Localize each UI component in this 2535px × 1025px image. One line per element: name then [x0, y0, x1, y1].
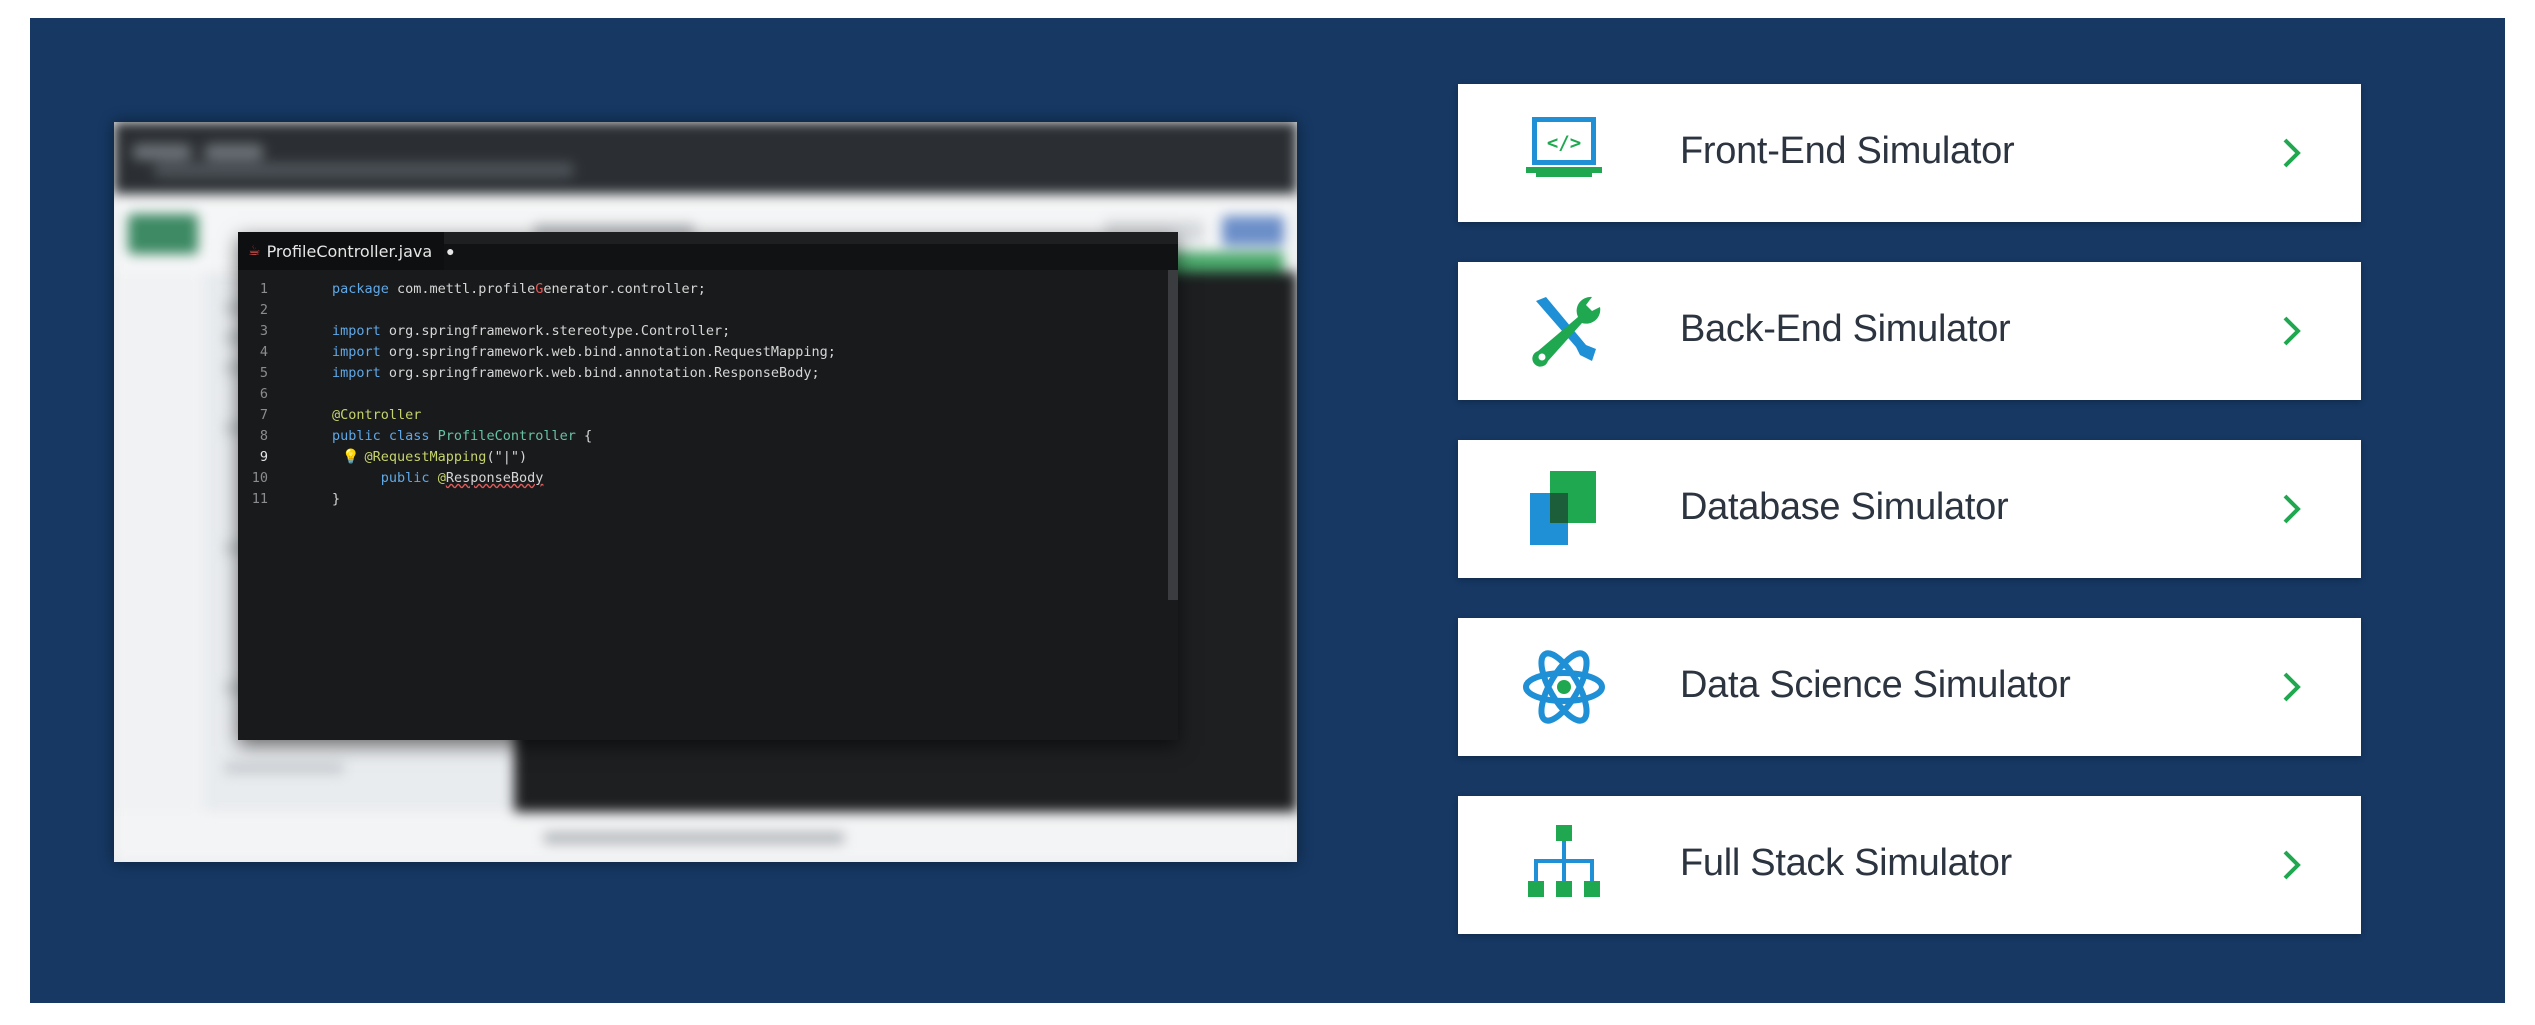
laptop-code-icon: </> — [1526, 117, 1602, 177]
chevron-right-icon — [2283, 138, 2301, 168]
code-line[interactable]: 4 import org.springframework.web.bind.ann… — [238, 341, 836, 363]
card-data-science-simulator[interactable]: Data Science Simulator — [1458, 618, 2361, 756]
line-number: 8 — [259, 428, 268, 444]
card-label: Front-End Simulator — [1680, 130, 2015, 172]
code-line[interactable]: 1 package com.mettl.profileGenerator.cont… — [238, 278, 706, 300]
line-number: 3 — [259, 323, 268, 339]
line-number: 10 — [251, 470, 268, 486]
card-label: Data Science Simulator — [1680, 664, 2071, 706]
hierarchy-icon — [1528, 825, 1600, 897]
card-label: Database Simulator — [1680, 486, 2009, 528]
unsaved-dot-icon: ● — [446, 243, 455, 259]
chevron-right-icon — [2283, 672, 2301, 702]
editor-tab[interactable]: ☕ ProfileController.java ● — [238, 232, 455, 270]
card-full-stack-simulator[interactable]: Full Stack Simulator — [1458, 796, 2361, 934]
line-number: 2 — [259, 302, 268, 318]
card-label: Back-End Simulator — [1680, 308, 2011, 350]
code-line[interactable]: 10 public @ResponseBody — [238, 467, 544, 489]
code-text: } — [332, 491, 341, 507]
java-file-icon: ☕ — [248, 243, 261, 259]
card-back-end-simulator[interactable]: Back-End Simulator — [1458, 262, 2361, 400]
chevron-right-icon — [2283, 494, 2301, 524]
line-number: 9 — [259, 449, 268, 465]
code-line[interactable]: 6 — [238, 383, 332, 405]
line-number: 7 — [259, 407, 268, 423]
hero-panel: ☕ ProfileController.java ● 1 package com.… — [30, 18, 2505, 1003]
code-text: package com.mettl.profileGenerator.contr… — [332, 281, 706, 297]
svg-text:</>: </> — [1547, 132, 1581, 154]
code-line[interactable]: 3 import org.springframework.stereotype.C… — [238, 320, 730, 342]
chevron-right-icon — [2283, 850, 2301, 880]
line-number: 1 — [259, 281, 268, 297]
lightbulb-icon[interactable]: 💡 — [342, 448, 359, 465]
code-editor-window: ☕ ProfileController.java ● 1 package com.… — [238, 232, 1178, 740]
database-squares-icon — [1530, 471, 1596, 545]
line-number: 4 — [259, 344, 268, 360]
code-line[interactable]: 2 — [238, 299, 332, 321]
line-number: 6 — [259, 386, 268, 402]
tools-icon — [1532, 296, 1601, 367]
code-line[interactable]: 8 public class ProfileController { — [238, 425, 592, 447]
code-line[interactable]: 11} — [238, 488, 340, 510]
editor-tab-name: ProfileController.java — [266, 241, 433, 261]
code-text: import org.springframework.web.bind.anno… — [332, 344, 836, 360]
code-line[interactable]: 9 @RequestMapping("|") — [238, 446, 527, 468]
code-text: public class ProfileController { — [332, 428, 593, 444]
code-line[interactable]: 7 @Controller — [238, 404, 422, 426]
code-text: import org.springframework.web.bind.anno… — [332, 365, 820, 381]
code-text: import org.springframework.stereotype.Co… — [332, 323, 731, 339]
code-line[interactable]: 5 import org.springframework.web.bind.ann… — [238, 362, 820, 384]
code-text: @Controller — [332, 407, 422, 423]
line-number: 11 — [251, 491, 268, 507]
card-front-end-simulator[interactable]: </> Front-End Simulator — [1458, 84, 2361, 222]
card-database-simulator[interactable]: Database Simulator — [1458, 440, 2361, 578]
code-text: public @ResponseBody — [380, 470, 544, 486]
ide-screenshot-preview: ☕ ProfileController.java ● 1 package com.… — [114, 122, 1297, 862]
code-area[interactable]: 1 package com.mettl.profileGenerator.cont… — [238, 270, 1178, 740]
line-number: 5 — [259, 365, 268, 381]
card-label: Full Stack Simulator — [1680, 842, 2012, 884]
code-text: @RequestMapping("|") — [364, 449, 528, 465]
chevron-right-icon — [2283, 316, 2301, 346]
atom-icon — [1523, 650, 1605, 724]
editor-scrollbar[interactable] — [1168, 270, 1178, 600]
